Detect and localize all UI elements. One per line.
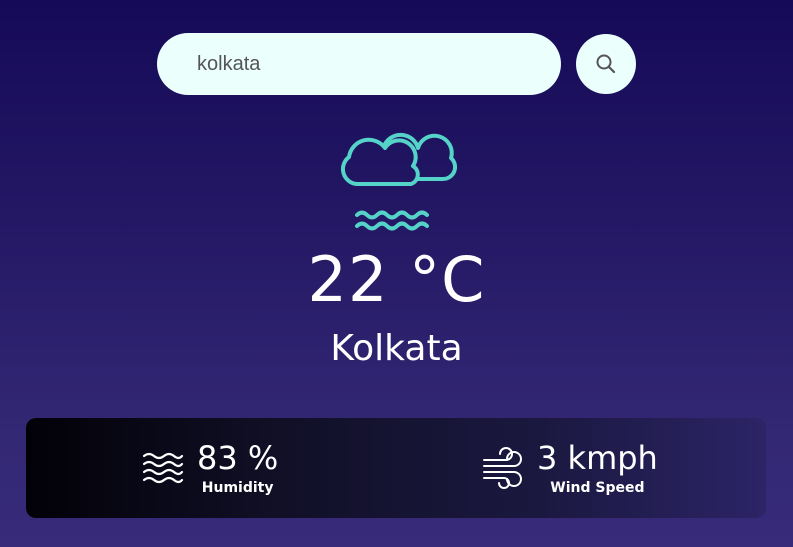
humidity-detail: 83 % Humidity	[141, 418, 278, 518]
mist-icon	[341, 132, 458, 231]
search-bar	[157, 33, 636, 95]
wind-detail: 3 kmph Wind Speed	[481, 418, 658, 518]
search-input[interactable]	[157, 33, 561, 95]
wind-text: 3 kmph Wind Speed	[537, 440, 658, 496]
weather-details-panel: 83 % Humidity 3 kmph Wind Speed	[26, 418, 766, 518]
wind-value: 3 kmph	[537, 439, 658, 477]
search-icon	[596, 54, 616, 74]
search-button[interactable]	[576, 34, 636, 94]
humidity-text: 83 % Humidity	[197, 440, 278, 496]
wind-icon	[483, 447, 522, 489]
humidity-label: Humidity	[201, 480, 274, 496]
temperature: 22 °C	[307, 243, 486, 316]
city-name: Kolkata	[330, 328, 463, 369]
wind-label: Wind Speed	[550, 480, 645, 496]
humidity-value: 83 %	[197, 439, 279, 477]
humidity-icon	[142, 452, 184, 484]
